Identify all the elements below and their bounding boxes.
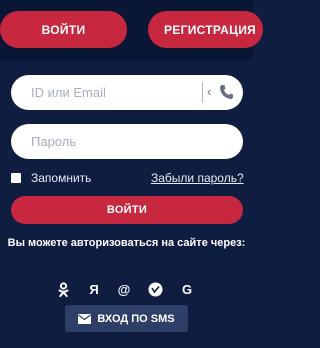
chevron-left-icon[interactable]: ‹	[207, 84, 211, 100]
sms-login-button[interactable]: ВХОД ПО SMS	[65, 305, 188, 332]
remember-label[interactable]: Запомнить	[31, 171, 91, 185]
password-input[interactable]	[31, 124, 191, 159]
top-bar: ВОЙТИ РЕГИСТРАЦИЯ	[0, 0, 263, 60]
mail-ru-icon[interactable]: @	[116, 281, 132, 297]
password-field[interactable]	[11, 124, 243, 159]
envelope-icon	[78, 313, 92, 324]
social-icons-row: Я @ G	[52, 281, 202, 297]
phone-icon[interactable]	[219, 84, 233, 100]
forgot-password-link[interactable]: Забыли пароль?	[151, 171, 244, 185]
login-tab-button[interactable]: ВОЙТИ	[0, 11, 127, 48]
id-email-input[interactable]	[31, 75, 191, 110]
field-divider	[202, 82, 203, 103]
sms-login-label: ВХОД ПО SMS	[97, 312, 175, 325]
remember-checkbox[interactable]	[11, 173, 21, 183]
yandex-icon[interactable]: Я	[86, 281, 102, 297]
odnoklassniki-icon[interactable]	[55, 281, 71, 297]
vk-icon[interactable]	[147, 281, 163, 297]
id-email-field[interactable]: ‹	[11, 75, 243, 110]
social-login-prompt: Вы можете авторизоваться на сайте через:	[7, 237, 246, 249]
login-submit-button[interactable]: ВОЙТИ	[11, 196, 243, 224]
google-icon[interactable]: G	[179, 281, 195, 297]
register-tab-button[interactable]: РЕГИСТРАЦИЯ	[148, 11, 263, 48]
